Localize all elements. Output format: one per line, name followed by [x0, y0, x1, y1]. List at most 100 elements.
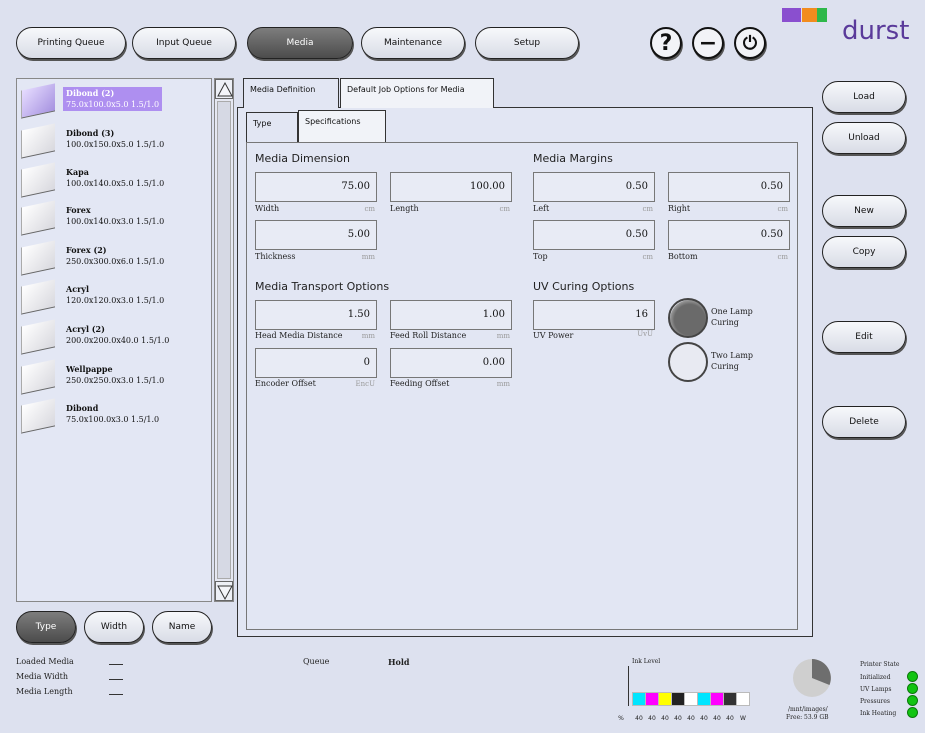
- encoder-offset-field[interactable]: 0: [255, 348, 377, 378]
- printing-queue-button[interactable]: Printing Queue: [16, 27, 126, 59]
- loaded-media-label: Loaded Media: [16, 657, 74, 666]
- feed-roll-distance-unit: mm: [496, 332, 510, 340]
- width-label: Width: [255, 204, 280, 213]
- unload-button[interactable]: Unload: [822, 122, 906, 154]
- media-list-item[interactable]: Acryl (2) 200.0x200.0x40.0 1.5/1.0: [19, 319, 209, 357]
- media-list-item[interactable]: Dibond (3) 100.0x150.0x5.0 1.5/1.0: [19, 123, 209, 161]
- load-button[interactable]: Load: [822, 81, 906, 113]
- media-list-item[interactable]: Forex (2) 250.0x300.0x6.0 1.5/1.0: [19, 240, 209, 278]
- queue-label: Queue: [303, 657, 330, 666]
- media-list-item[interactable]: Dibond 75.0x100.0x3.0 1.5/1.0: [19, 398, 209, 436]
- copy-button[interactable]: Copy: [822, 236, 906, 268]
- margin-top-field[interactable]: 0.50: [533, 220, 655, 250]
- margin-right-label: Right: [668, 204, 691, 213]
- scroll-up-icon[interactable]: [215, 79, 233, 99]
- media-list-item[interactable]: Forex 100.0x140.0x3.0 1.5/1.0: [19, 200, 209, 238]
- margin-right-field[interactable]: 0.50: [668, 172, 790, 202]
- media-name: Forex (2): [66, 245, 107, 255]
- media-thumbnail: [21, 200, 55, 236]
- media-thumbnail: [21, 123, 55, 159]
- media-name: Kapa: [66, 167, 89, 177]
- two-lamp-label: Two Lamp Curing: [711, 351, 754, 371]
- ink-level-value: 40: [635, 715, 643, 722]
- uv-power-label: UV Power: [533, 331, 574, 340]
- sort-type-button[interactable]: Type: [16, 611, 76, 643]
- ink-level-value: 40: [648, 715, 656, 722]
- setup-button[interactable]: Setup: [475, 27, 579, 59]
- specifications-panel: [246, 142, 798, 630]
- scroll-down-icon[interactable]: [215, 581, 233, 601]
- disk-path: /mnt/images/: [788, 706, 828, 713]
- tab-type[interactable]: Type: [246, 112, 298, 142]
- length-field[interactable]: 100.00: [390, 172, 512, 202]
- feed-roll-distance-field[interactable]: 1.00: [390, 300, 512, 330]
- help-icon[interactable]: ?: [650, 27, 682, 59]
- input-queue-button[interactable]: Input Queue: [132, 27, 236, 59]
- media-dimension-title: Media Dimension: [255, 152, 351, 165]
- tab-specifications[interactable]: Specifications: [298, 110, 386, 142]
- scroll-thumb[interactable]: [217, 101, 231, 579]
- maintenance-button[interactable]: Maintenance: [361, 27, 465, 59]
- media-name: Dibond: [66, 403, 99, 413]
- initialized-status-led: [907, 671, 918, 682]
- media-length-label: Media Length: [16, 687, 73, 696]
- ink-level-value: 40: [661, 715, 669, 722]
- two-lamp-radio[interactable]: [668, 342, 708, 382]
- loaded-media-value: [109, 664, 123, 665]
- media-name: Dibond (2): [66, 88, 115, 98]
- media-thumbnail: [21, 319, 55, 355]
- margin-left-field[interactable]: 0.50: [533, 172, 655, 202]
- minimize-icon[interactable]: −: [692, 27, 724, 59]
- media-spec: 100.0x150.0x5.0 1.5/1.0: [66, 140, 165, 149]
- ink-level-value: 40: [726, 715, 734, 722]
- media-margins-title: Media Margins: [533, 152, 613, 165]
- thickness-label: Thickness: [255, 252, 296, 261]
- media-list[interactable]: Dibond (2) 75.0x100.0x5.0 1.5/1.0 Dibond …: [16, 78, 212, 602]
- edit-button[interactable]: Edit: [822, 321, 906, 353]
- state-ink-heating-label: Ink Heating: [860, 710, 897, 717]
- transport-options-title: Media Transport Options: [255, 280, 390, 293]
- ink-swatch: [697, 692, 711, 706]
- ink-percent-label: %: [618, 715, 624, 722]
- media-name: Acryl (2): [66, 324, 105, 334]
- feed-roll-distance-label: Feed Roll Distance: [390, 331, 467, 340]
- sort-width-button[interactable]: Width: [84, 611, 144, 643]
- ink-swatch: [645, 692, 659, 706]
- margin-right-unit: cm: [777, 205, 788, 213]
- head-media-distance-field[interactable]: 1.50: [255, 300, 377, 330]
- ink-level-value: 40: [713, 715, 721, 722]
- uv-power-field[interactable]: 16: [533, 300, 655, 330]
- thickness-field[interactable]: 5.00: [255, 220, 377, 250]
- media-list-scrollbar[interactable]: [214, 78, 234, 602]
- uv-power-unit: UvU: [637, 330, 653, 338]
- printer-state-title: Printer State: [860, 661, 900, 668]
- media-list-item[interactable]: Wellpappe 250.0x250.0x3.0 1.5/1.0: [19, 359, 209, 397]
- new-button[interactable]: New: [822, 195, 906, 227]
- length-label: Length: [390, 204, 419, 213]
- margin-bottom-field[interactable]: 0.50: [668, 220, 790, 250]
- delete-button[interactable]: Delete: [822, 406, 906, 438]
- media-spec: 100.0x140.0x5.0 1.5/1.0: [66, 179, 165, 188]
- sort-name-button[interactable]: Name: [152, 611, 212, 643]
- media-thumbnail: [21, 83, 55, 119]
- media-list-item[interactable]: Acryl 120.0x120.0x3.0 1.5/1.0: [19, 279, 209, 317]
- one-lamp-radio[interactable]: [668, 298, 708, 338]
- durst-logo: durst: [842, 16, 910, 46]
- ink-level-title: Ink Level: [632, 658, 661, 665]
- media-name: Wellpappe: [66, 364, 113, 374]
- media-list-item[interactable]: Kapa 100.0x140.0x5.0 1.5/1.0: [19, 162, 209, 200]
- tab-default-job-options[interactable]: Default Job Options for Media: [340, 78, 494, 108]
- head-media-distance-label: Head Media Distance: [255, 331, 343, 340]
- ink-level-value: 40: [674, 715, 682, 722]
- uv-lamps-status-led: [907, 683, 918, 694]
- media-list-item[interactable]: Dibond (2) 75.0x100.0x5.0 1.5/1.0: [19, 83, 209, 121]
- power-icon[interactable]: ⏻: [734, 27, 766, 59]
- disk-usage-pie: [793, 659, 831, 697]
- state-initialized-label: Initialized: [860, 674, 891, 681]
- media-spec: 250.0x300.0x6.0 1.5/1.0: [66, 257, 165, 266]
- width-field[interactable]: 75.00: [255, 172, 377, 202]
- media-button[interactable]: Media: [247, 27, 353, 59]
- feeding-offset-field[interactable]: 0.00: [390, 348, 512, 378]
- tab-media-definition[interactable]: Media Definition: [243, 78, 339, 108]
- ink-level-value: W: [740, 715, 746, 722]
